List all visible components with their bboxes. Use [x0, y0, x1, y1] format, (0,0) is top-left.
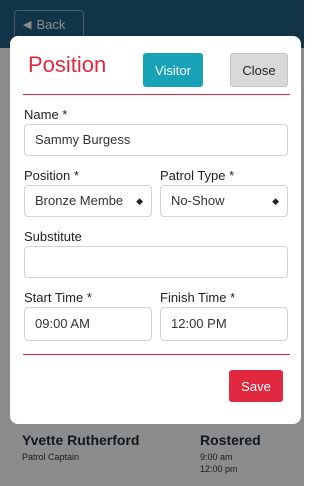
position-modal: Position Visitor Close Name * Sammy Burg…: [10, 36, 301, 424]
start-time-label: Start Time *: [24, 290, 92, 305]
patrol-type-label: Patrol Type *: [160, 168, 235, 183]
modal-title: Position: [28, 52, 107, 77]
start-time-field[interactable]: 09:00 AM: [24, 307, 152, 341]
footer-divider: [23, 354, 290, 355]
visitor-button[interactable]: Visitor: [143, 53, 203, 87]
substitute-field[interactable]: [24, 246, 288, 278]
close-button[interactable]: Close: [230, 53, 288, 87]
modal-header: Position Visitor Close: [10, 36, 301, 94]
name-label: Name *: [24, 107, 68, 122]
save-button[interactable]: Save: [229, 370, 283, 402]
position-value: Bronze Membe: [35, 193, 124, 208]
patrol-type-select[interactable]: No-Show ◆: [160, 185, 288, 217]
sort-caret-icon: ◆: [136, 196, 143, 206]
substitute-label: Substitute: [24, 229, 82, 244]
name-field[interactable]: Sammy Burgess: [24, 124, 288, 156]
finish-time-label: Finish Time *: [160, 290, 236, 305]
position-label: Position *: [24, 168, 79, 183]
header-divider: [23, 94, 290, 95]
finish-time-field[interactable]: 12:00 PM: [160, 307, 288, 341]
patrol-type-value: No-Show: [171, 193, 225, 208]
position-select[interactable]: Bronze Membe ◆: [24, 185, 152, 217]
sort-caret-icon: ◆: [272, 196, 279, 206]
